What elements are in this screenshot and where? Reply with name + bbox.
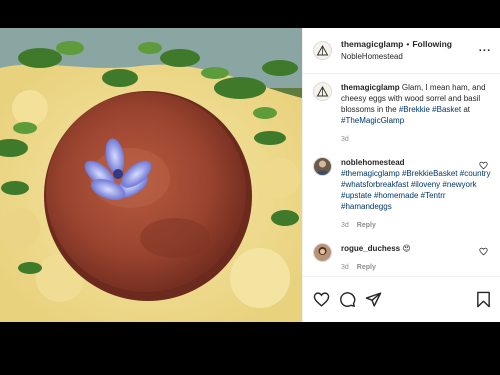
hashtag-link[interactable]: #Brekkie (399, 105, 430, 114)
timestamp[interactable]: 3d (341, 136, 349, 143)
comment-username[interactable]: rogue_duchess (341, 244, 400, 253)
comment-icon[interactable] (339, 291, 356, 308)
heart-icon[interactable] (313, 291, 330, 308)
comment: rogue_duchess 😍 3d Reply (303, 243, 500, 273)
user-photo-icon (316, 160, 329, 175)
hashtag-link[interactable]: #country (460, 169, 491, 178)
timestamp[interactable]: 3d (341, 222, 349, 229)
like-comment-heart-icon[interactable] (479, 161, 488, 170)
post-header: themagicglamp • Following NobleHomestead ·… (303, 28, 500, 74)
following-button[interactable]: Following (412, 39, 452, 49)
avatar[interactable] (313, 243, 332, 262)
tent-logo-icon (316, 44, 329, 56)
avatar[interactable] (313, 82, 332, 101)
separator-dot: • (406, 39, 410, 49)
hashtag-link[interactable]: #BrekkieBasket (402, 169, 458, 178)
comment-username[interactable]: noblehomestead (341, 158, 405, 167)
comment: noblehomestead #themagicglamp #BrekkieBa… (303, 157, 500, 231)
avatar[interactable] (313, 157, 332, 176)
hashtag-link[interactable]: #iloveny (411, 180, 440, 189)
avatar[interactable] (313, 41, 332, 60)
post-side-panel: themagicglamp • Following NobleHomestead ·… (302, 28, 500, 322)
post-modal: themagicglamp • Following NobleHomestead ·… (0, 28, 500, 322)
like-comment-heart-icon[interactable] (479, 247, 488, 256)
timestamp[interactable]: 3d (341, 264, 349, 271)
reply-button[interactable]: Reply (357, 222, 376, 229)
reply-button[interactable]: Reply (357, 264, 376, 271)
user-photo-icon (318, 247, 327, 255)
hashtag-link[interactable]: #themagicglamp (341, 169, 400, 178)
hashtag-link[interactable]: #Basket (432, 105, 461, 114)
caption-text-at: at (463, 105, 470, 114)
caption-username[interactable]: themagicglamp (341, 83, 400, 92)
hashtag-link[interactable]: #TheMagicGlamp (341, 116, 404, 125)
bookmark-icon[interactable] (475, 291, 492, 308)
post-image (0, 28, 302, 322)
tent-logo-icon (316, 85, 329, 97)
hashtag-link[interactable]: #upstate (341, 191, 372, 200)
post-username[interactable]: themagicglamp (341, 39, 403, 49)
hashtag-link[interactable]: #whatsforbreakfast (341, 180, 409, 189)
hashtag-link[interactable]: #newyork (442, 180, 476, 189)
hashtag-link[interactable]: #Tentrr (421, 191, 446, 200)
hashtag-link[interactable]: #hamandeggs (341, 202, 392, 211)
more-icon[interactable]: ··· (478, 45, 492, 57)
hashtag-link[interactable]: #homemade (374, 191, 418, 200)
post-location[interactable]: NobleHomestead (341, 51, 478, 63)
send-icon[interactable] (365, 291, 382, 308)
post-photo[interactable] (0, 28, 302, 322)
caption: themagicglamp Glam, I mean ham, and chee… (303, 82, 500, 145)
action-bar (303, 276, 500, 322)
emoji-text: 😍 (402, 244, 411, 253)
comments-list[interactable]: themagicglamp Glam, I mean ham, and chee… (303, 74, 500, 276)
